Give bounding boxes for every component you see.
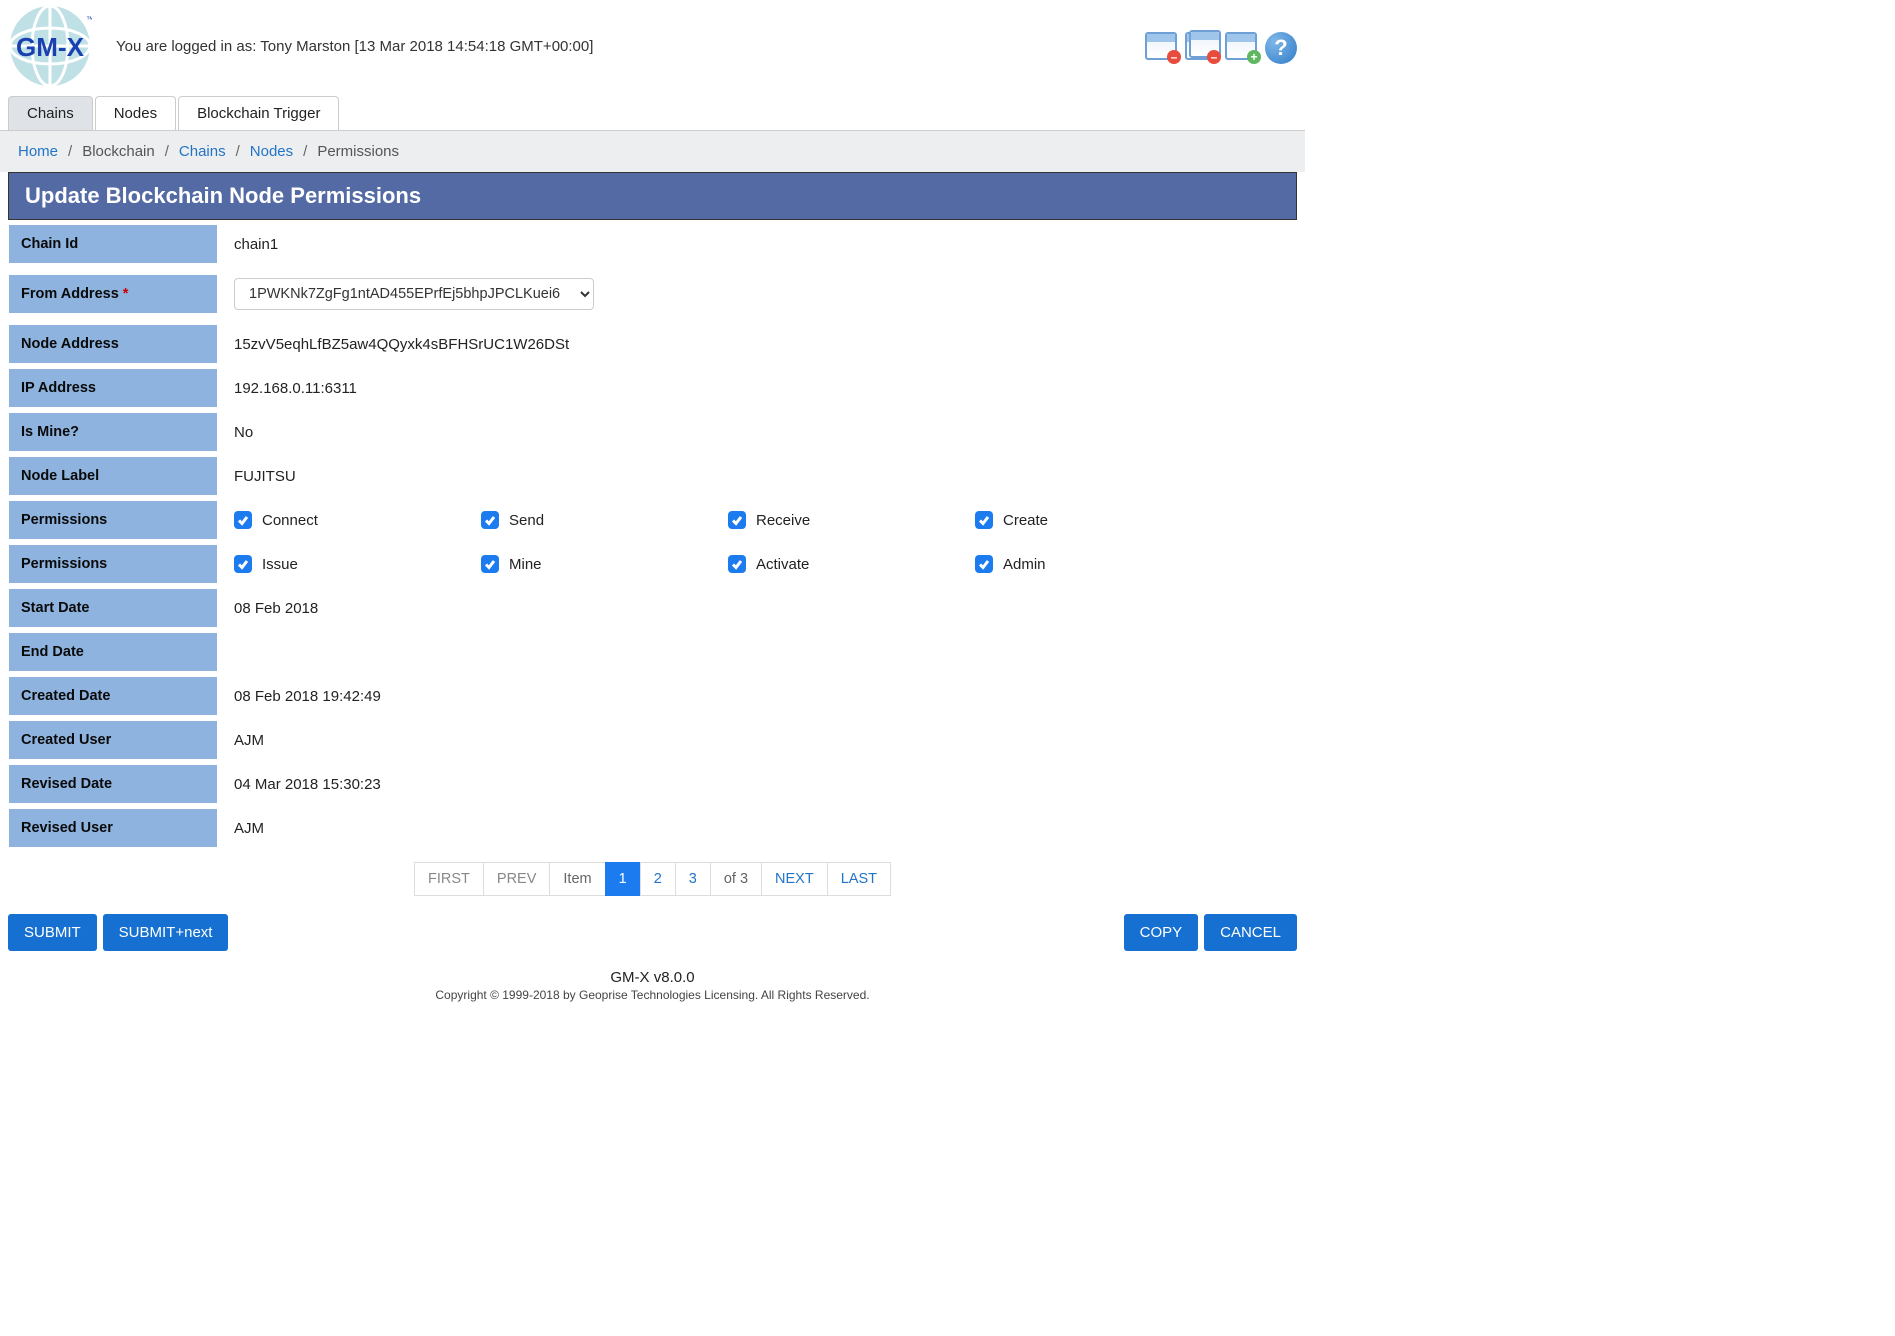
sessions-close-all-icon[interactable]: – (1185, 32, 1221, 64)
page-item-label: Item (549, 862, 605, 896)
label-end-date: End Date (8, 632, 218, 672)
label-created-user: Created User (8, 720, 218, 760)
checkbox-send[interactable] (481, 511, 499, 529)
perm-label-issue: Issue (262, 556, 298, 573)
value-created-date: 08 Feb 2018 19:42:49 (218, 678, 1297, 715)
perm-label-receive: Receive (756, 512, 810, 529)
svg-text:GM-X: GM-X (16, 32, 85, 62)
value-start-date: 08 Feb 2018 (218, 590, 1297, 627)
copy-button[interactable]: COPY (1124, 914, 1199, 951)
value-end-date (218, 642, 1297, 662)
header-actions: – – + ? (1145, 28, 1297, 64)
perm-label-connect: Connect (262, 512, 318, 529)
tabs: Chains Nodes Blockchain Trigger (0, 96, 1305, 131)
crumb-chains[interactable]: Chains (179, 143, 226, 160)
page-prev[interactable]: PREV (483, 862, 551, 896)
svg-text:™: ™ (86, 15, 92, 24)
footer-copyright: Copyright © 1999-2018 by Geoprise Techno… (0, 988, 1305, 1002)
value-is-mine: No (218, 414, 1297, 451)
value-revised-user: AJM (218, 810, 1297, 847)
checkbox-issue[interactable] (234, 555, 252, 573)
page-last[interactable]: LAST (827, 862, 891, 896)
checkbox-create[interactable] (975, 511, 993, 529)
tab-nodes[interactable]: Nodes (95, 96, 176, 130)
login-message: You are logged in as: Tony Marston [13 M… (116, 38, 593, 55)
footer-version: GM-X v8.0.0 (0, 969, 1305, 986)
checkbox-activate[interactable] (728, 555, 746, 573)
session-new-icon[interactable]: + (1225, 32, 1261, 64)
label-created-date: Created Date (8, 676, 218, 716)
breadcrumb: Home/ Blockchain/ Chains/ Nodes/ Permiss… (0, 131, 1305, 172)
value-ip-address: 192.168.0.11:6311 (218, 370, 1297, 407)
label-ip-address: IP Address (8, 368, 218, 408)
label-revised-user: Revised User (8, 808, 218, 848)
perm-label-mine: Mine (509, 556, 542, 573)
page-first[interactable]: FIRST (414, 862, 484, 896)
label-node-address: Node Address (8, 324, 218, 364)
form: Chain Id chain1 From Address * 1PWKNk7Zg… (0, 224, 1305, 848)
perm-label-send: Send (509, 512, 544, 529)
value-revised-date: 04 Mar 2018 15:30:23 (218, 766, 1297, 803)
checkbox-connect[interactable] (234, 511, 252, 529)
session-close-icon[interactable]: – (1145, 32, 1181, 64)
header: GM-X ™ You are logged in as: Tony Marsto… (0, 0, 1305, 96)
value-node-label: FUJITSU (218, 458, 1297, 495)
footer: GM-X v8.0.0 Copyright © 1999-2018 by Geo… (0, 965, 1305, 1016)
page-3[interactable]: 3 (675, 862, 711, 896)
label-permissions-2: Permissions (8, 544, 218, 584)
checkbox-receive[interactable] (728, 511, 746, 529)
cancel-button[interactable]: CANCEL (1204, 914, 1297, 951)
tab-chains[interactable]: Chains (8, 96, 93, 130)
checkbox-mine[interactable] (481, 555, 499, 573)
page-2[interactable]: 2 (640, 862, 676, 896)
label-start-date: Start Date (8, 588, 218, 628)
page-1[interactable]: 1 (605, 862, 641, 896)
page-next[interactable]: NEXT (761, 862, 828, 896)
label-permissions-1: Permissions (8, 500, 218, 540)
label-is-mine: Is Mine? (8, 412, 218, 452)
label-from-address: From Address * (8, 274, 218, 314)
action-bar: SUBMIT SUBMIT+next COPY CANCEL (0, 914, 1305, 965)
perm-label-admin: Admin (1003, 556, 1046, 573)
from-address-select[interactable]: 1PWKNk7ZgFg1ntAD455EPrfEj5bhpJPCLKuei6 (234, 278, 594, 310)
crumb-home[interactable]: Home (18, 143, 58, 160)
checkbox-admin[interactable] (975, 555, 993, 573)
value-chain-id: chain1 (218, 226, 1297, 263)
label-node-label: Node Label (8, 456, 218, 496)
crumb-nodes[interactable]: Nodes (250, 143, 293, 160)
crumb-current: Permissions (317, 143, 399, 160)
label-revised-date: Revised Date (8, 764, 218, 804)
label-chain-id: Chain Id (8, 224, 218, 264)
page-of-total: of 3 (710, 862, 762, 896)
tab-blockchain-trigger[interactable]: Blockchain Trigger (178, 96, 339, 130)
app-logo: GM-X ™ (8, 4, 92, 88)
perm-label-activate: Activate (756, 556, 809, 573)
pagination: FIRST PREV Item 1 2 3 of 3 NEXT LAST (0, 862, 1305, 896)
value-created-user: AJM (218, 722, 1297, 759)
page-title: Update Blockchain Node Permissions (8, 172, 1297, 220)
submit-button[interactable]: SUBMIT (8, 914, 97, 951)
help-icon[interactable]: ? (1265, 32, 1297, 64)
submit-next-button[interactable]: SUBMIT+next (103, 914, 229, 951)
perm-label-create: Create (1003, 512, 1048, 529)
value-node-address: 15zvV5eqhLfBZ5aw4QQyxk4sBFHSrUC1W26DSt (218, 326, 1297, 363)
crumb-blockchain: Blockchain (82, 143, 155, 160)
